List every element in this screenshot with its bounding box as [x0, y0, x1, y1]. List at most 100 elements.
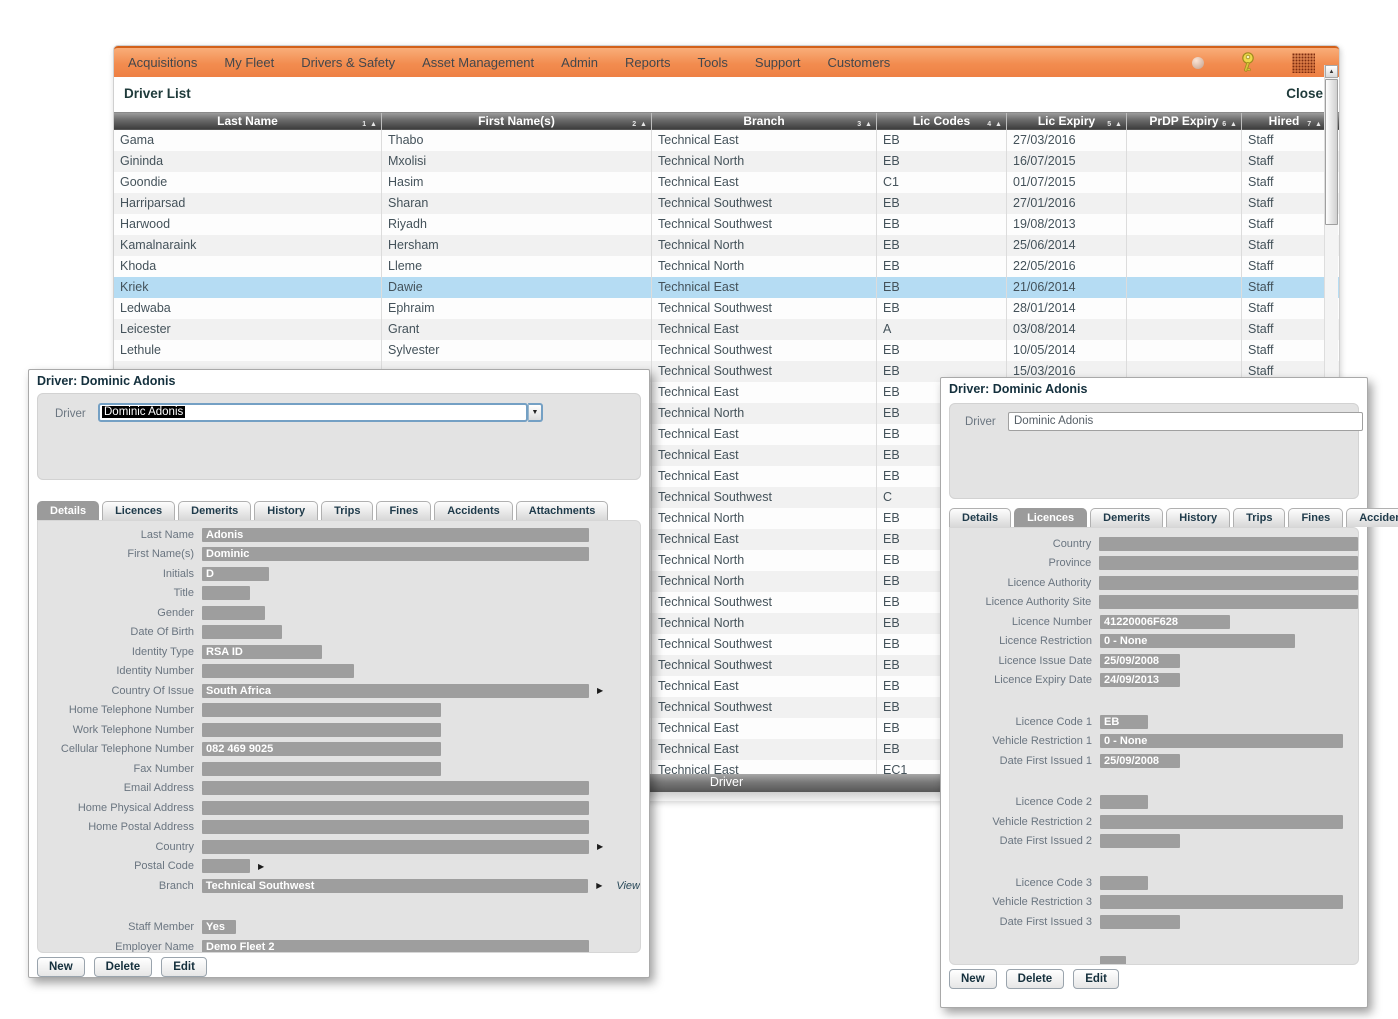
tab-details[interactable]: Details — [37, 501, 99, 520]
menu-item-tools[interactable]: Tools — [698, 55, 728, 70]
tab-fines[interactable]: Fines — [376, 501, 431, 520]
edit-button[interactable]: Edit — [1073, 969, 1119, 989]
menu-item-admin[interactable]: Admin — [561, 55, 598, 70]
tab-accidents[interactable]: Accidents — [434, 501, 513, 520]
cell-prdp_expiry — [1126, 319, 1241, 340]
table-row[interactable]: LethuleSylvesterTechnical SouthwestEB10/… — [114, 340, 1339, 361]
field-row-gender: Gender — [38, 603, 640, 623]
tab-history[interactable]: History — [254, 501, 318, 520]
menu-item-acquisitions[interactable]: Acquisitions — [128, 55, 197, 70]
field-value — [1100, 915, 1180, 929]
cell-first_names: Sharan — [381, 193, 651, 214]
tab-attachments[interactable]: Attachments — [516, 501, 609, 520]
field-value: RSA ID — [202, 645, 322, 659]
lookup-arrow-icon[interactable]: ▶ — [597, 686, 603, 695]
table-row[interactable]: HarriparsadSharanTechnical SouthwestEB27… — [114, 193, 1339, 214]
cell-lic_codes: EB — [876, 193, 1006, 214]
field-row-home-telephone-number: Home Telephone Number — [38, 701, 640, 721]
cell-hired: Staff — [1241, 340, 1326, 361]
field-spacer — [950, 851, 1358, 873]
sort-indicator-icon[interactable]: 5 ▲ — [1107, 116, 1123, 131]
grid-icon[interactable] — [1292, 53, 1315, 73]
sort-indicator-icon[interactable]: 3 ▲ — [857, 116, 873, 131]
scroll-up-arrow-icon[interactable]: ▲ — [1325, 65, 1338, 78]
column-header-lic-expiry[interactable]: Lic Expiry5 ▲ — [1006, 113, 1126, 131]
menu-item-support[interactable]: Support — [755, 55, 801, 70]
field-label: Licence Restriction — [950, 635, 1092, 647]
table-row[interactable]: GinindaMxolisiTechnical NorthEB16/07/201… — [114, 151, 1339, 172]
table-row[interactable]: LeicesterGrantTechnical EastA03/08/2014S… — [114, 319, 1339, 340]
table-row[interactable]: KriekDawieTechnical EastEB21/06/2014Staf… — [114, 277, 1339, 298]
field-row-licence-authority: Licence Authority — [950, 573, 1358, 593]
tab-history[interactable]: History — [1166, 508, 1230, 527]
driver-combobox[interactable]: Dominic Adonis ▼ — [98, 403, 528, 422]
edit-button[interactable]: Edit — [161, 957, 207, 977]
cell-branch: Technical East — [651, 676, 876, 697]
column-header-last-name[interactable]: Last Name1 ▲ — [114, 113, 381, 131]
field-row-country: Country▶ — [38, 837, 640, 857]
menu-item-asset-management[interactable]: Asset Management — [422, 55, 534, 70]
field-row-licence-code-1: Licence Code 1EB — [950, 712, 1358, 732]
field-value: 0 - None — [1100, 634, 1295, 648]
table-row[interactable]: HarwoodRiyadhTechnical SouthwestEB19/08/… — [114, 214, 1339, 235]
combobox-dropdown-icon[interactable]: ▼ — [528, 403, 543, 422]
tab-licences[interactable]: Licences — [1014, 508, 1087, 527]
tab-demerits[interactable]: Demerits — [1090, 508, 1163, 527]
field-value: 25/09/2008 — [1100, 754, 1180, 768]
cell-last_name: Ledwaba — [114, 298, 381, 319]
column-header-first-name-s[interactable]: First Name(s)2 ▲ — [381, 113, 651, 131]
sort-indicator-icon[interactable]: 6 ▲ — [1222, 116, 1238, 131]
tab-trips[interactable]: Trips — [1233, 508, 1285, 527]
table-row[interactable]: GoondieHasimTechnical EastC101/07/2015St… — [114, 172, 1339, 193]
column-header-hired[interactable]: Hired7 ▲ — [1241, 113, 1326, 131]
sphere-icon[interactable] — [1192, 57, 1204, 69]
view-link[interactable]: View — [616, 880, 640, 892]
sort-indicator-icon[interactable]: 4 ▲ — [987, 116, 1003, 131]
tab-licences[interactable]: Licences — [102, 501, 175, 520]
field-row-licence-code-3: Licence Code 3 — [950, 873, 1358, 893]
tab-fines[interactable]: Fines — [1288, 508, 1343, 527]
table-row[interactable]: KhodaLlemeTechnical NorthEB22/05/2016Sta… — [114, 256, 1339, 277]
cell-branch: Technical North — [651, 613, 876, 634]
sort-indicator-icon[interactable]: 2 ▲ — [632, 116, 648, 131]
tab-trips[interactable]: Trips — [321, 501, 373, 520]
menu-item-customers[interactable]: Customers — [827, 55, 890, 70]
lookup-arrow-icon[interactable]: ▶ — [597, 842, 603, 851]
menu-item-drivers-safety[interactable]: Drivers & Safety — [301, 55, 395, 70]
lookup-arrow-icon[interactable]: ▶ — [258, 862, 264, 871]
field-spacer — [38, 896, 640, 918]
new-button[interactable]: New — [37, 957, 85, 977]
sort-indicator-icon[interactable]: 7 ▲ — [1307, 116, 1323, 131]
column-header-branch[interactable]: Branch3 ▲ — [651, 113, 876, 131]
table-row[interactable]: KamalnarainkHershamTechnical NorthEB25/0… — [114, 235, 1339, 256]
tab-details[interactable]: Details — [949, 508, 1011, 527]
cell-first_names: Dawie — [381, 277, 651, 298]
delete-button[interactable]: Delete — [94, 957, 153, 977]
key-icon[interactable] — [1240, 52, 1256, 74]
field-label: Home Physical Address — [38, 802, 194, 814]
menu-item-reports[interactable]: Reports — [625, 55, 671, 70]
close-link[interactable]: Close — [1286, 86, 1323, 101]
column-header-lic-codes[interactable]: Lic Codes4 ▲ — [876, 113, 1006, 131]
column-header-prdp-expiry[interactable]: PrDP Expiry6 ▲ — [1126, 113, 1241, 131]
lookup-arrow-icon[interactable]: ▶ — [596, 881, 602, 890]
page-title: Driver List — [124, 86, 191, 101]
scroll-thumb[interactable] — [1325, 79, 1338, 225]
tab-demerits[interactable]: Demerits — [178, 501, 251, 520]
driver-combobox-value: Dominic Adonis — [102, 406, 185, 418]
menu-item-my-fleet[interactable]: My Fleet — [224, 55, 274, 70]
field-row-identity-number: Identity Number — [38, 662, 640, 682]
cell-lic_expiry: 28/01/2014 — [1006, 298, 1126, 319]
field-row-postal-code: Postal Code▶ — [38, 857, 640, 877]
field-value — [1099, 576, 1358, 590]
cell-lic_codes: EB — [876, 151, 1006, 172]
window-titlebar: Driver List Close — [114, 77, 1339, 111]
sort-indicator-icon[interactable]: 1 ▲ — [362, 116, 378, 131]
new-button[interactable]: New — [949, 969, 997, 989]
table-row[interactable]: LedwabaEphraimTechnical SouthwestEB28/01… — [114, 298, 1339, 319]
table-row[interactable]: GamaThaboTechnical EastEB27/03/2016Staff — [114, 130, 1339, 151]
tab-accidents[interactable]: Accidents — [1346, 508, 1398, 527]
delete-button[interactable]: Delete — [1006, 969, 1065, 989]
dialog-title: Driver: Dominic Adonis — [37, 374, 175, 388]
driver-input[interactable]: Dominic Adonis — [1008, 412, 1363, 431]
